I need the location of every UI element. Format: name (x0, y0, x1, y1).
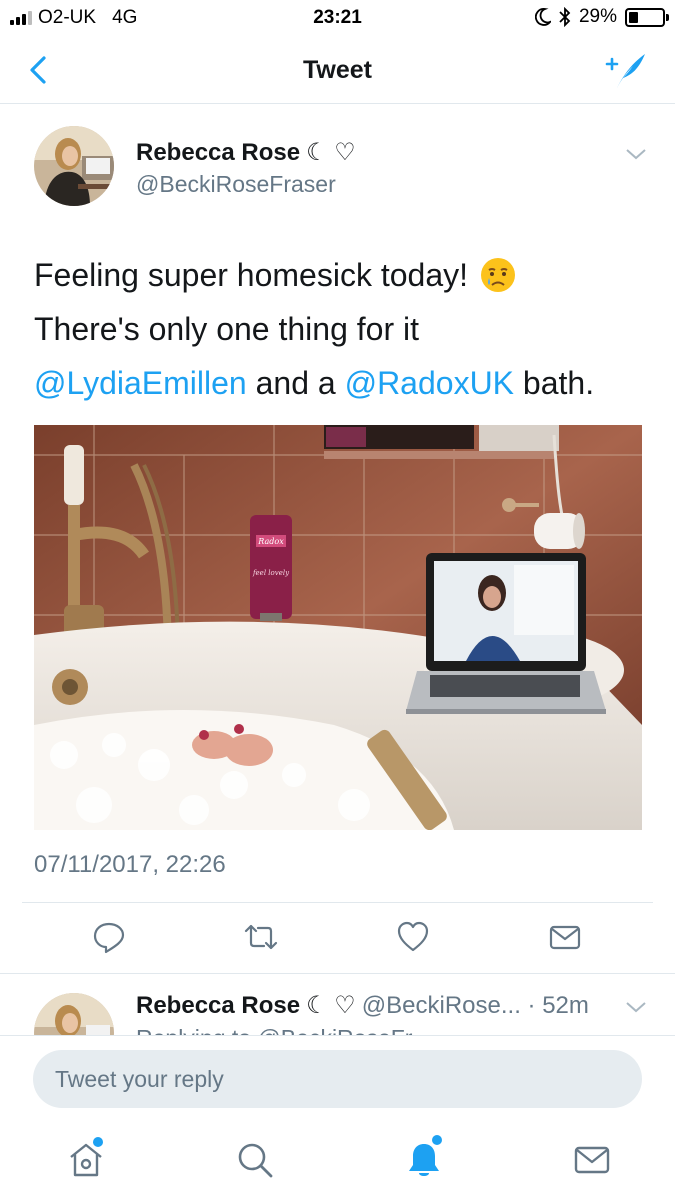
notifications-icon[interactable] (404, 1140, 444, 1180)
reply-author-emoji: ☾ ♡ (306, 992, 356, 1019)
divider (0, 973, 675, 974)
tweet-text: Feeling super homesick today! There's on… (34, 248, 644, 410)
battery-icon (625, 7, 669, 27)
author-name[interactable]: Rebecca Rose ☾ ♡ (136, 138, 356, 167)
tweet-text-part: Feeling super homesick today! (34, 257, 468, 293)
reply-handle-time: @BeckiRose... · 52m (361, 991, 589, 1019)
search-icon[interactable] (235, 1140, 275, 1180)
author-name-emoji: ☾ ♡ (306, 139, 356, 166)
like-icon[interactable] (396, 920, 430, 954)
moon-icon (534, 8, 551, 26)
direct-message-icon[interactable] (548, 920, 582, 954)
tweet-text-part: bath. (514, 365, 595, 401)
photo-product-brand: Radox (257, 537, 284, 546)
notifications-unread-dot (432, 1135, 442, 1145)
bluetooth-icon (559, 7, 571, 27)
tweet-text-line-2: There's only one thing for it (34, 311, 419, 347)
nav-bar: Tweet (0, 36, 675, 104)
page-title: Tweet (303, 56, 372, 84)
reply-icon[interactable] (92, 920, 126, 954)
reply-author-name: Rebecca Rose (136, 991, 301, 1019)
mention-link[interactable]: @RadoxUK (345, 365, 514, 401)
retweet-icon[interactable] (244, 920, 278, 954)
reply-author-line[interactable]: Rebecca Rose ☾ ♡ @BeckiRose... · 52m (136, 991, 589, 1020)
tweet-text-line-3: @LydiaEmillen and a @RadoxUK bath. (34, 356, 644, 410)
chevron-down-icon[interactable] (624, 146, 648, 162)
tweet-photo[interactable]: Radox feel lovely (34, 425, 642, 830)
mention-link[interactable]: @LydiaEmillen (34, 365, 247, 401)
reply-composer (0, 1035, 675, 1200)
reply-input[interactable] (33, 1050, 642, 1108)
messages-icon[interactable] (572, 1140, 612, 1180)
tweet-text-part: and a (246, 365, 345, 401)
tweet-timestamp: 07/11/2017, 22:26 (34, 851, 226, 878)
battery-percent: 29% (578, 6, 617, 27)
tweet-text-line-1: Feeling super homesick today! (34, 248, 644, 302)
home-unread-dot (93, 1137, 103, 1147)
compose-tweet-icon[interactable] (603, 50, 647, 90)
divider (22, 902, 653, 903)
battery-level (629, 11, 638, 23)
crying-face-emoji-icon (481, 258, 515, 292)
status-bar: O2-UK 4G 23:21 29% (0, 0, 675, 36)
photo-product-label: feel lovely (252, 569, 290, 577)
author-name-text: Rebecca Rose (136, 138, 301, 166)
chevron-down-icon[interactable] (624, 999, 648, 1015)
author-avatar[interactable] (34, 126, 114, 206)
status-icons: 29% (534, 6, 669, 28)
bath-photo-illustration: Radox feel lovely (34, 425, 642, 830)
author-handle[interactable]: @BeckiRoseFraser (136, 171, 336, 198)
